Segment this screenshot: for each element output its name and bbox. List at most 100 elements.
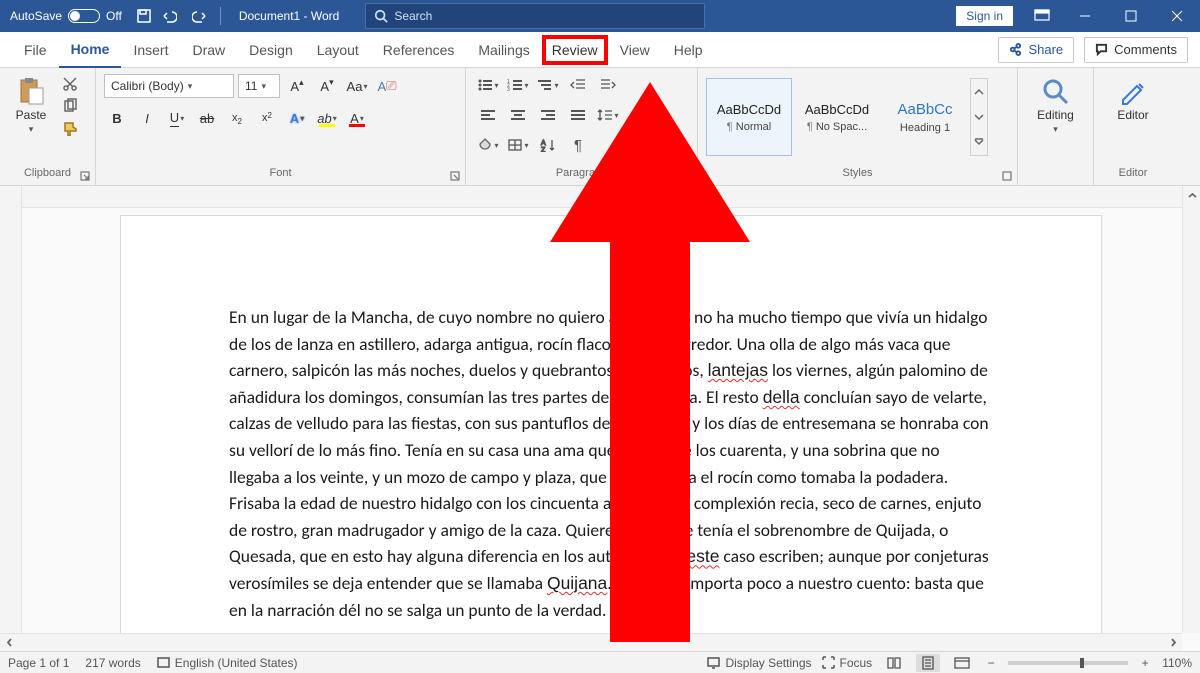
- shading-icon[interactable]: ▾: [474, 134, 502, 156]
- tab-layout[interactable]: Layout: [305, 32, 371, 68]
- web-layout-icon[interactable]: [950, 654, 974, 672]
- group-label-editor: Editor: [1094, 167, 1172, 185]
- undo-icon[interactable]: ▾: [158, 0, 186, 32]
- styles-more-icon[interactable]: [970, 78, 988, 156]
- increase-indent-icon[interactable]: [594, 74, 622, 96]
- tab-insert[interactable]: Insert: [121, 32, 180, 68]
- align-right-icon[interactable]: [534, 104, 562, 126]
- page-indicator[interactable]: Page 1 of 1: [8, 656, 69, 670]
- tab-design[interactable]: Design: [237, 32, 305, 68]
- numbering-icon[interactable]: 123▾: [504, 74, 532, 96]
- dialog-launcher-icon[interactable]: [79, 171, 91, 183]
- text-effects-icon[interactable]: A▾: [284, 106, 310, 130]
- word-count[interactable]: 217 words: [85, 656, 140, 670]
- focus-button[interactable]: Focus: [822, 656, 873, 670]
- scroll-left-icon[interactable]: [0, 634, 18, 652]
- tab-mailings[interactable]: Mailings: [466, 32, 541, 68]
- font-color-icon[interactable]: A▾: [344, 106, 370, 130]
- tab-home[interactable]: Home: [59, 32, 122, 68]
- dialog-launcher-icon[interactable]: [681, 171, 693, 183]
- tab-review[interactable]: Review: [542, 35, 608, 65]
- justify-icon[interactable]: [564, 104, 592, 126]
- style-heading-1[interactable]: AaBbCc Heading 1: [882, 78, 968, 156]
- multilevel-list-icon[interactable]: ▾: [534, 74, 562, 96]
- zoom-in-button[interactable]: +: [1138, 656, 1152, 670]
- subscript-button[interactable]: x2: [224, 106, 250, 130]
- scroll-right-icon[interactable]: [1164, 634, 1182, 652]
- shrink-font-icon[interactable]: A▾: [314, 74, 340, 98]
- search-placeholder: Search: [394, 9, 432, 23]
- align-left-icon[interactable]: [474, 104, 502, 126]
- show-hide-icon[interactable]: ¶: [564, 134, 592, 156]
- scroll-up-icon[interactable]: [1183, 186, 1200, 204]
- group-label-font: Font: [96, 167, 465, 185]
- bold-button[interactable]: B: [104, 106, 130, 130]
- horizontal-scrollbar[interactable]: [0, 633, 1182, 651]
- tab-references[interactable]: References: [371, 32, 467, 68]
- toggle-off-icon: [68, 9, 100, 23]
- zoom-out-button[interactable]: −: [984, 656, 998, 670]
- style-normal[interactable]: AaBbCcDd ¶ Normal: [706, 78, 792, 156]
- vertical-ruler[interactable]: [0, 186, 22, 651]
- tab-file[interactable]: File: [12, 32, 59, 68]
- print-layout-icon[interactable]: [916, 654, 940, 672]
- font-name-combo[interactable]: Calibri (Body)▾: [104, 74, 234, 98]
- ribbon-tabs: File Home Insert Draw Design Layout Refe…: [0, 32, 1200, 68]
- sort-icon[interactable]: AZ: [534, 134, 562, 156]
- underline-button[interactable]: U▾: [164, 106, 190, 130]
- editing-button[interactable]: Editing▾: [1033, 74, 1079, 135]
- autosave-label: AutoSave: [10, 9, 62, 23]
- decrease-indent-icon[interactable]: [564, 74, 592, 96]
- superscript-button[interactable]: x2: [254, 106, 280, 130]
- tab-draw[interactable]: Draw: [180, 32, 237, 68]
- clear-formatting-icon[interactable]: A⎚: [374, 74, 400, 98]
- save-icon[interactable]: [130, 0, 158, 32]
- close-icon[interactable]: [1154, 0, 1200, 32]
- svg-text:3: 3: [507, 87, 510, 92]
- ribbon-display-options-icon[interactable]: [1022, 9, 1062, 23]
- line-spacing-icon[interactable]: ▾: [594, 104, 622, 126]
- cut-icon[interactable]: [60, 74, 80, 94]
- read-mode-icon[interactable]: [882, 654, 906, 672]
- change-case-icon[interactable]: Aa▾: [344, 74, 370, 98]
- document-body-text[interactable]: En un lugar de la Mancha, de cuyo nombre…: [229, 304, 993, 623]
- zoom-slider[interactable]: [1008, 661, 1128, 665]
- font-size-combo[interactable]: 11▾: [238, 74, 280, 98]
- copy-icon[interactable]: [60, 96, 80, 116]
- dialog-launcher-icon[interactable]: [1001, 171, 1013, 183]
- tab-help[interactable]: Help: [662, 32, 715, 68]
- horizontal-ruler[interactable]: [22, 186, 1200, 208]
- editor-button[interactable]: Editor: [1110, 74, 1156, 122]
- tab-view[interactable]: View: [608, 32, 662, 68]
- bullets-icon[interactable]: ▾: [474, 74, 502, 96]
- maximize-icon[interactable]: [1108, 0, 1154, 32]
- highlight-color-icon[interactable]: ab▾: [314, 106, 340, 130]
- search-box[interactable]: Search: [365, 3, 705, 29]
- vertical-scrollbar[interactable]: [1182, 186, 1200, 633]
- dialog-launcher-icon[interactable]: [449, 171, 461, 183]
- borders-icon[interactable]: ▾: [504, 134, 532, 156]
- svg-text:Z: Z: [541, 147, 546, 152]
- sign-in-button[interactable]: Sign in: [955, 5, 1014, 27]
- comments-button[interactable]: Comments: [1084, 37, 1188, 63]
- format-painter-icon[interactable]: [60, 118, 80, 138]
- italic-button[interactable]: I: [134, 106, 160, 130]
- align-center-icon[interactable]: [504, 104, 532, 126]
- share-button[interactable]: Share: [998, 37, 1074, 63]
- zoom-level[interactable]: 110%: [1162, 656, 1192, 670]
- minimize-icon[interactable]: [1062, 0, 1108, 32]
- display-settings-button[interactable]: Display Settings: [707, 656, 811, 670]
- paste-button[interactable]: Paste▾: [8, 74, 54, 135]
- paste-icon: [15, 76, 47, 106]
- find-icon: [1040, 76, 1072, 106]
- search-icon: [374, 9, 388, 23]
- grow-font-icon[interactable]: A▴: [284, 74, 310, 98]
- style-no-spacing[interactable]: AaBbCcDd ¶ No Spac...: [794, 78, 880, 156]
- strikethrough-button[interactable]: ab: [194, 106, 220, 130]
- group-label-paragraph: Paragraph: [466, 167, 697, 185]
- styles-gallery[interactable]: AaBbCcDd ¶ Normal AaBbCcDd ¶ No Spac... …: [706, 74, 988, 156]
- autosave-toggle[interactable]: AutoSave Off: [0, 9, 130, 23]
- redo-icon[interactable]: [186, 0, 214, 32]
- page[interactable]: En un lugar de la Mancha, de cuyo nombre…: [121, 216, 1101, 651]
- language-indicator[interactable]: English (United States): [157, 656, 298, 670]
